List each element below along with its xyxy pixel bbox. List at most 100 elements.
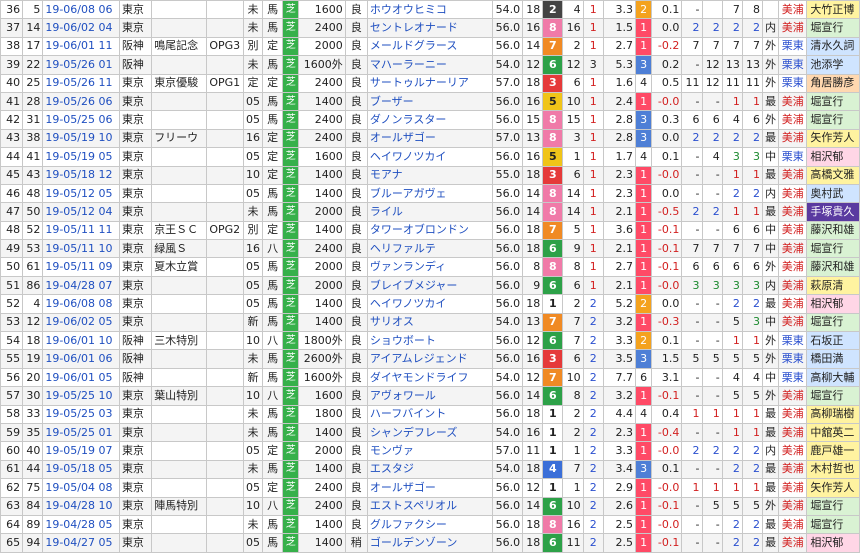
horse-name-link[interactable]: タワーオブロンドン: [366, 220, 493, 241]
race-date-link[interactable]: 19-04/28 07: [42, 275, 120, 296]
horse-name-link[interactable]: オールザゴー: [366, 128, 493, 149]
race-date-link[interactable]: 19-06/08 06: [42, 0, 120, 20]
corner-2: 3: [701, 275, 723, 296]
corner-4: 6: [741, 110, 764, 130]
horse-name-link[interactable]: エストスペリオル: [366, 496, 493, 516]
horse-name-link[interactable]: ヴァンランディ: [366, 257, 493, 277]
corner-2: -: [701, 422, 723, 443]
popularity: 1: [582, 36, 604, 57]
distance: 1600: [298, 386, 346, 406]
popularity: 1: [582, 275, 604, 296]
horse-name-link[interactable]: ヘイワノツカイ: [366, 147, 493, 167]
race-date-link[interactable]: 19-05/11 09: [42, 257, 120, 277]
trainer-name: 矢作芳人: [806, 128, 860, 149]
race-date-link[interactable]: 19-06/01 05: [42, 367, 120, 388]
race-date-link[interactable]: 19-05/26 06: [42, 91, 120, 112]
running-position: 外: [761, 496, 780, 516]
race-date-link[interactable]: 19-05/25 06: [42, 110, 120, 130]
corner-4: 2: [741, 294, 764, 314]
race-date-link[interactable]: 19-06/02 05: [42, 312, 120, 333]
corner-4: 1: [741, 165, 764, 185]
row-number: 38: [0, 36, 24, 57]
race-date-link[interactable]: 19-06/01 10: [42, 331, 120, 351]
horse-name-link[interactable]: サリオス: [366, 312, 493, 333]
margin: 0.2: [651, 55, 683, 75]
horse-name-link[interactable]: ダイヤモンドライフ: [366, 367, 493, 388]
finish-position: 1: [635, 275, 653, 296]
horse-name-link[interactable]: マハーラーニー: [366, 55, 493, 75]
horse-name-link[interactable]: ホウオウヒミコ: [366, 0, 493, 20]
surface-badge: 芝: [282, 349, 300, 369]
race-date-link[interactable]: 19-05/11 11: [42, 220, 120, 241]
horse-number: 16: [562, 18, 584, 38]
race-date-link[interactable]: 19-05/25 03: [42, 404, 120, 424]
venue: 東京: [118, 147, 153, 167]
popularity: 1: [582, 73, 604, 93]
race-date-link[interactable]: 19-05/18 05: [42, 459, 120, 480]
horse-name-link[interactable]: モアナ: [366, 165, 493, 185]
surface-badge: 芝: [282, 404, 300, 424]
race-date-link[interactable]: 19-06/01 06: [42, 349, 120, 369]
race-date-link[interactable]: 19-05/25 01: [42, 422, 120, 443]
race-index: 28: [22, 91, 44, 112]
race-index: 38: [22, 128, 44, 149]
horse-name-link[interactable]: ライル: [366, 202, 493, 222]
popularity: 1: [582, 0, 604, 20]
horse-number: 6: [562, 165, 584, 185]
horse-name-link[interactable]: エスタジ: [366, 459, 493, 480]
race-date-link[interactable]: 19-05/26 11: [42, 73, 120, 93]
horse-name-link[interactable]: ヘリファルテ: [366, 239, 493, 259]
horse-name-link[interactable]: ダノンラスター: [366, 110, 493, 130]
race-date-link[interactable]: 19-04/28 10: [42, 496, 120, 516]
odds: 1.5: [602, 18, 637, 38]
horse-name-link[interactable]: サートゥルナーリア: [366, 73, 493, 93]
corner-1: 7: [681, 36, 703, 57]
race-date-link[interactable]: 19-06/08 08: [42, 294, 120, 314]
odds: 3.2: [602, 312, 637, 333]
horse-name-link[interactable]: ショウボート: [366, 331, 493, 351]
horse-name-link[interactable]: アヴォワール: [366, 386, 493, 406]
distance: 1400: [298, 533, 346, 553]
horse-name-link[interactable]: グルファクシー: [366, 514, 493, 535]
horse-name-link[interactable]: アイアムレジェンド: [366, 349, 493, 369]
race-date-link[interactable]: 19-06/02 04: [42, 18, 120, 38]
finish-position: 2: [635, 331, 653, 351]
venue: 東京: [118, 165, 153, 185]
race-date-link[interactable]: 19-05/19 05: [42, 147, 120, 167]
horse-name-link[interactable]: メールドグラース: [366, 36, 493, 57]
horse-name-link[interactable]: ハーフバイント: [366, 404, 493, 424]
race-date-link[interactable]: 19-05/11 10: [42, 239, 120, 259]
horse-name-link[interactable]: ブルーアガヴェ: [366, 183, 493, 204]
race-date-link[interactable]: 19-05/25 10: [42, 386, 120, 406]
race-date-link[interactable]: 19-05/19 10: [42, 128, 120, 149]
race-date-link[interactable]: 19-05/12 05: [42, 183, 120, 204]
horse-name-link[interactable]: セントレオナード: [366, 18, 493, 38]
race-date-link[interactable]: 19-05/19 07: [42, 441, 120, 461]
carried-weight: 56.0: [491, 514, 524, 535]
race-date-link[interactable]: 19-04/27 05: [42, 533, 120, 553]
corner-1: -: [681, 294, 703, 314]
race-date-link[interactable]: 19-05/04 08: [42, 478, 120, 498]
horse-name-link[interactable]: ゴールデンゾーン: [366, 533, 493, 553]
corner-4: 11: [741, 73, 764, 93]
horse-name-link[interactable]: ブーザー: [366, 91, 493, 112]
corner-1: 2: [681, 441, 703, 461]
race-date-link[interactable]: 19-05/12 04: [42, 202, 120, 222]
horse-name-link[interactable]: オールザゴー: [366, 478, 493, 498]
race-date-link[interactable]: 19-04/28 05: [42, 514, 120, 535]
corner-4: 5: [741, 496, 764, 516]
popularity: 1: [582, 165, 604, 185]
corner-4: 6: [741, 220, 764, 241]
horse-name-link[interactable]: モンヴァ: [366, 441, 493, 461]
race-date-link[interactable]: 19-06/01 11: [42, 36, 120, 57]
corner-2: 2: [701, 202, 723, 222]
race-date-link[interactable]: 19-05/18 12: [42, 165, 120, 185]
race-grade: [205, 91, 244, 112]
horse-name-link[interactable]: ブレイブメジャー: [366, 275, 493, 296]
race-name: 陣馬特別: [151, 496, 207, 516]
horse-name-link[interactable]: シャンデフレーズ: [366, 422, 493, 443]
table-row: 52 4 19-06/08 08 東京 05 馬芝 1400 良ヘイワノツカイ 56.0 18 1 2…: [0, 294, 860, 314]
horse-name-link[interactable]: ヘイワノツカイ: [366, 294, 493, 314]
race-date-link[interactable]: 19-05/26 01: [42, 55, 120, 75]
venue: 阪神: [118, 349, 153, 369]
